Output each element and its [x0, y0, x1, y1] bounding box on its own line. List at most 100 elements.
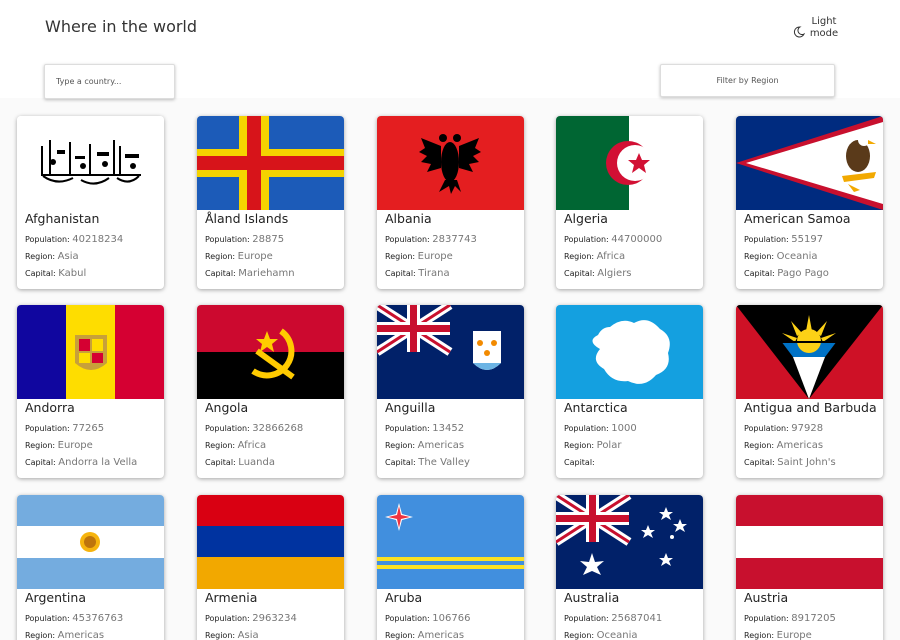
population-row: Population: 28875: [205, 234, 284, 245]
population-row: Population: 106766: [385, 613, 470, 624]
capital-value: Kabul: [58, 268, 87, 279]
country-name: Antigua and Barbuda: [744, 400, 877, 415]
flag-andorra: [17, 305, 164, 399]
region-value: Asia: [57, 251, 79, 262]
region-label: Region:: [385, 252, 416, 261]
region-value: Americas: [776, 440, 824, 451]
flag-american-samoa: [736, 116, 883, 210]
capital-label: Capital:: [385, 269, 416, 278]
region-row: Region: Americas: [385, 440, 464, 451]
capital-label: Capital:: [205, 269, 236, 278]
population-label: Population:: [385, 614, 430, 623]
region-value: Oceania: [776, 251, 818, 262]
population-row: Population: 2963234: [205, 613, 297, 624]
population-label: Population:: [25, 424, 70, 433]
population-value: 8917205: [791, 613, 836, 624]
population-value: 32866268: [252, 423, 304, 434]
search-box[interactable]: [44, 64, 175, 99]
capital-value: Mariehamn: [238, 268, 295, 279]
country-card[interactable]: Antarctica Population: 1000 Region: Pola…: [556, 305, 703, 478]
region-value: Polar: [596, 440, 622, 451]
region-label: Region:: [25, 252, 56, 261]
population-value: 28875: [252, 234, 285, 245]
country-card[interactable]: Australia Population: 25687041 Region: O…: [556, 495, 703, 640]
region-value: Oceania: [596, 630, 638, 640]
country-card[interactable]: Austria Population: 8917205 Region: Euro…: [736, 495, 883, 640]
flag-antarctica: [556, 305, 703, 399]
capital-value: Algiers: [597, 268, 632, 279]
capital-row: Capital: Saint John's: [744, 457, 836, 468]
country-card[interactable]: Aruba Population: 106766 Region: America…: [377, 495, 524, 640]
population-value: 97928: [791, 423, 824, 434]
region-row: Region: Polar: [564, 440, 621, 451]
country-card[interactable]: Antigua and Barbuda Population: 97928 Re…: [736, 305, 883, 478]
region-row: Region: Oceania: [744, 251, 818, 262]
population-label: Population:: [385, 424, 430, 433]
region-row: Region: Asia: [205, 630, 259, 640]
country-grid: Afghanistan Population: 40218234 Region:…: [0, 98, 900, 640]
population-label: Population:: [564, 614, 609, 623]
capital-value: Pago Pago: [777, 268, 829, 279]
flag-argentina: [17, 495, 164, 589]
region-value: Europe: [776, 630, 812, 640]
region-value: Africa: [596, 251, 626, 262]
population-value: 45376763: [72, 613, 124, 624]
country-card[interactable]: Anguilla Population: 13452 Region: Ameri…: [377, 305, 524, 478]
population-row: Population: 44700000: [564, 234, 662, 245]
flag-armenia: [197, 495, 344, 589]
region-value: Americas: [417, 630, 465, 640]
search-input[interactable]: [45, 65, 174, 98]
population-row: Population: 32866268: [205, 423, 303, 434]
country-name: American Samoa: [744, 211, 851, 226]
flag-aruba: [377, 495, 524, 589]
country-card[interactable]: Albania Population: 2837743 Region: Euro…: [377, 116, 524, 289]
capital-value: The Valley: [418, 457, 470, 468]
theme-toggle-label: Light mode: [809, 16, 839, 39]
country-card[interactable]: Angola Population: 32866268 Region: Afri…: [197, 305, 344, 478]
capital-value: Andorra la Vella: [58, 457, 138, 468]
region-filter-dropdown[interactable]: Filter by Region: [660, 64, 835, 97]
population-label: Population:: [564, 235, 609, 244]
region-label: Region:: [564, 631, 595, 640]
country-name: Armenia: [205, 590, 258, 605]
region-label: Region:: [744, 252, 775, 261]
capital-row: Capital: Tirana: [385, 268, 450, 279]
region-row: Region: Europe: [25, 440, 93, 451]
region-row: Region: Oceania: [564, 630, 638, 640]
country-card[interactable]: American Samoa Population: 55197 Region:…: [736, 116, 883, 289]
app-title: Where in the world: [45, 17, 198, 36]
capital-label: Capital:: [744, 458, 775, 467]
population-row: Population: 45376763: [25, 613, 123, 624]
country-name: Argentina: [25, 590, 86, 605]
flag-afghanistan: [17, 116, 164, 210]
population-label: Population:: [385, 235, 430, 244]
country-card[interactable]: Afghanistan Population: 40218234 Region:…: [17, 116, 164, 289]
population-row: Population: 8917205: [744, 613, 836, 624]
region-row: Region: Americas: [744, 440, 823, 451]
country-card[interactable]: Armenia Population: 2963234 Region: Asia: [197, 495, 344, 640]
capital-row: Capital: Algiers: [564, 268, 632, 279]
country-card[interactable]: Åland Islands Population: 28875 Region: …: [197, 116, 344, 289]
region-label: Region:: [385, 631, 416, 640]
capital-value: Saint John's: [777, 457, 836, 468]
population-row: Population: 55197: [744, 234, 823, 245]
capital-label: Capital:: [564, 458, 595, 467]
population-row: Population: 13452: [385, 423, 464, 434]
flag-austria: [736, 495, 883, 589]
country-name: Anguilla: [385, 400, 436, 415]
country-card[interactable]: Andorra Population: 77265 Region: Europe…: [17, 305, 164, 478]
region-label: Region:: [385, 441, 416, 450]
country-card[interactable]: Algeria Population: 44700000 Region: Afr…: [556, 116, 703, 289]
population-value: 55197: [791, 234, 824, 245]
population-label: Population:: [744, 614, 789, 623]
region-label: Region:: [205, 441, 236, 450]
region-label: Region:: [205, 631, 236, 640]
population-row: Population: 97928: [744, 423, 823, 434]
theme-toggle-button[interactable]: Light mode: [792, 16, 842, 44]
region-value: Americas: [417, 440, 465, 451]
region-value: Africa: [237, 440, 267, 451]
population-value: 25687041: [611, 613, 663, 624]
population-label: Population:: [744, 235, 789, 244]
region-label: Region:: [744, 441, 775, 450]
country-card[interactable]: Argentina Population: 45376763 Region: A…: [17, 495, 164, 640]
